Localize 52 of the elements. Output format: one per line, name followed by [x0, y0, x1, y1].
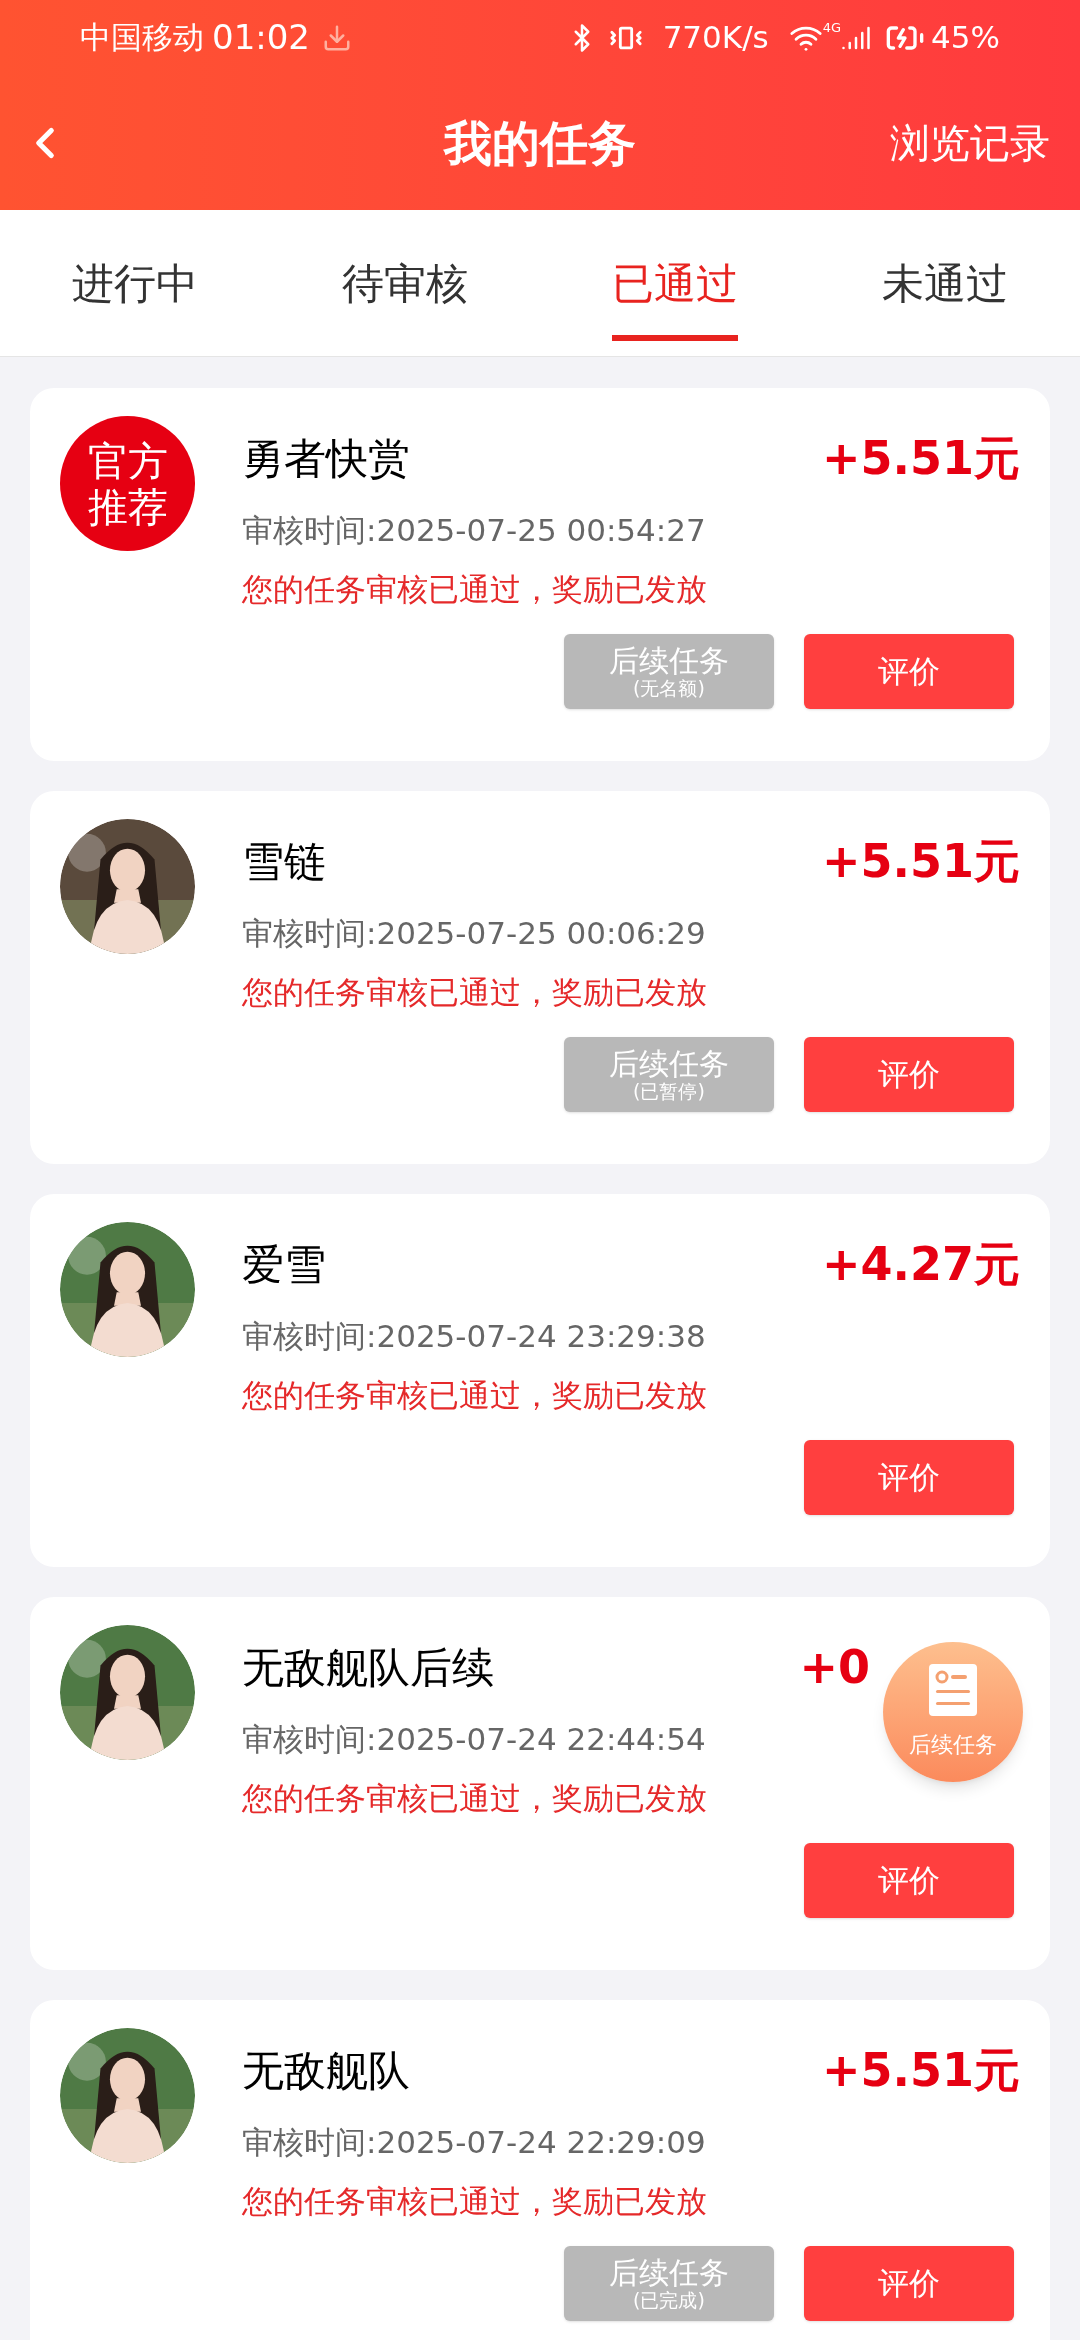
follow-up-note: (已暂停) — [633, 1081, 705, 1101]
task-title: 勇者快赏 — [242, 433, 410, 485]
badge-text: 官方推荐 — [86, 437, 169, 530]
floating-button-label: 后续任务 — [909, 1730, 997, 1759]
follow-up-button[interactable]: 后续任务 (已暂停) — [564, 1037, 774, 1112]
review-time: 审核时间:2025-07-25 00:54:27 — [242, 511, 706, 550]
network-type: 4G — [822, 19, 842, 37]
follow-up-button[interactable]: 后续任务 (无名额) — [564, 634, 774, 709]
follow-up-button[interactable]: 后续任务 (已完成) — [564, 2246, 774, 2321]
clock-time: 01:02 — [212, 16, 310, 59]
review-time: 审核时间:2025-07-24 22:44:54 — [242, 1720, 706, 1759]
network-speed: 770K/s — [662, 18, 769, 58]
tab[interactable]: 未通过 — [882, 231, 1008, 341]
carrier-label: 中国移动 — [80, 18, 204, 58]
page-title: 我的任务 — [444, 113, 636, 173]
follow-up-note: (已完成) — [633, 2290, 705, 2310]
status-message: 您的任务审核已通过，奖励已发放 — [242, 1375, 707, 1415]
list-icon — [929, 1663, 977, 1716]
follow-up-label: 后续任务 — [609, 1048, 729, 1079]
status-message: 您的任务审核已通过，奖励已发放 — [242, 569, 707, 609]
follow-up-label: 后续任务 — [609, 2257, 729, 2288]
reward-amount: +5.51元 — [821, 833, 1020, 890]
reward-amount: +4.27元 — [821, 1236, 1020, 1293]
review-button[interactable]: 评价 — [804, 634, 1014, 709]
tab[interactable]: 进行中 — [72, 231, 198, 341]
follow-up-label: 后续任务 — [609, 645, 729, 676]
task-card[interactable]: 无敌舰队 +5.51元 审核时间:2025-07-24 22:29:09 您的任务审核已通过，奖励已发放 后续任务 (已完成) 评价 — [30, 2000, 1050, 2340]
battery-percent: 45% — [931, 18, 1000, 58]
review-button[interactable]: 评价 — [804, 1037, 1014, 1112]
review-time: 审核时间:2025-07-24 22:29:09 — [242, 2123, 706, 2162]
task-card[interactable]: 官方推荐 勇者快赏 +5.51元 审核时间:2025-07-25 00:54:27 您的任务审核已通过，奖励已发放 后续任务 (无名额) 评价 — [30, 388, 1050, 761]
reward-amount: +5.51元 — [821, 430, 1020, 487]
review-time: 审核时间:2025-07-25 00:06:29 — [242, 914, 706, 953]
task-card[interactable]: 爱雪 +4.27元 审核时间:2025-07-24 23:29:38 您的任务审核已通过，奖励已发放 评价 — [30, 1194, 1050, 1567]
review-button[interactable]: 评价 — [804, 2246, 1014, 2321]
task-title: 爱雪 — [242, 1239, 326, 1291]
follow-up-note: (无名额) — [633, 678, 705, 698]
task-card[interactable]: 雪链 +5.51元 审核时间:2025-07-25 00:06:29 您的任务审核已通过，奖励已发放 后续任务 (已暂停) 评价 — [30, 791, 1050, 1164]
tab[interactable]: 已通过 — [612, 231, 738, 341]
task-title: 雪链 — [242, 836, 326, 888]
review-time: 审核时间:2025-07-24 23:29:38 — [242, 1317, 706, 1356]
status-message: 您的任务审核已通过，奖励已发放 — [242, 972, 707, 1012]
status-message: 您的任务审核已通过，奖励已发放 — [242, 2181, 707, 2221]
reward-amount: +0 — [799, 1639, 870, 1696]
tab[interactable]: 待审核 — [342, 231, 468, 341]
reward-amount: +5.51元 — [821, 2042, 1020, 2099]
task-title: 无敌舰队后续 — [242, 1642, 494, 1694]
history-link[interactable]: 浏览记录 — [890, 112, 1050, 173]
review-button[interactable]: 评价 — [804, 1440, 1014, 1515]
task-title: 无敌舰队 — [242, 2045, 410, 2097]
review-button[interactable]: 评价 — [804, 1843, 1014, 1918]
status-message: 您的任务审核已通过，奖励已发放 — [242, 1778, 707, 1818]
